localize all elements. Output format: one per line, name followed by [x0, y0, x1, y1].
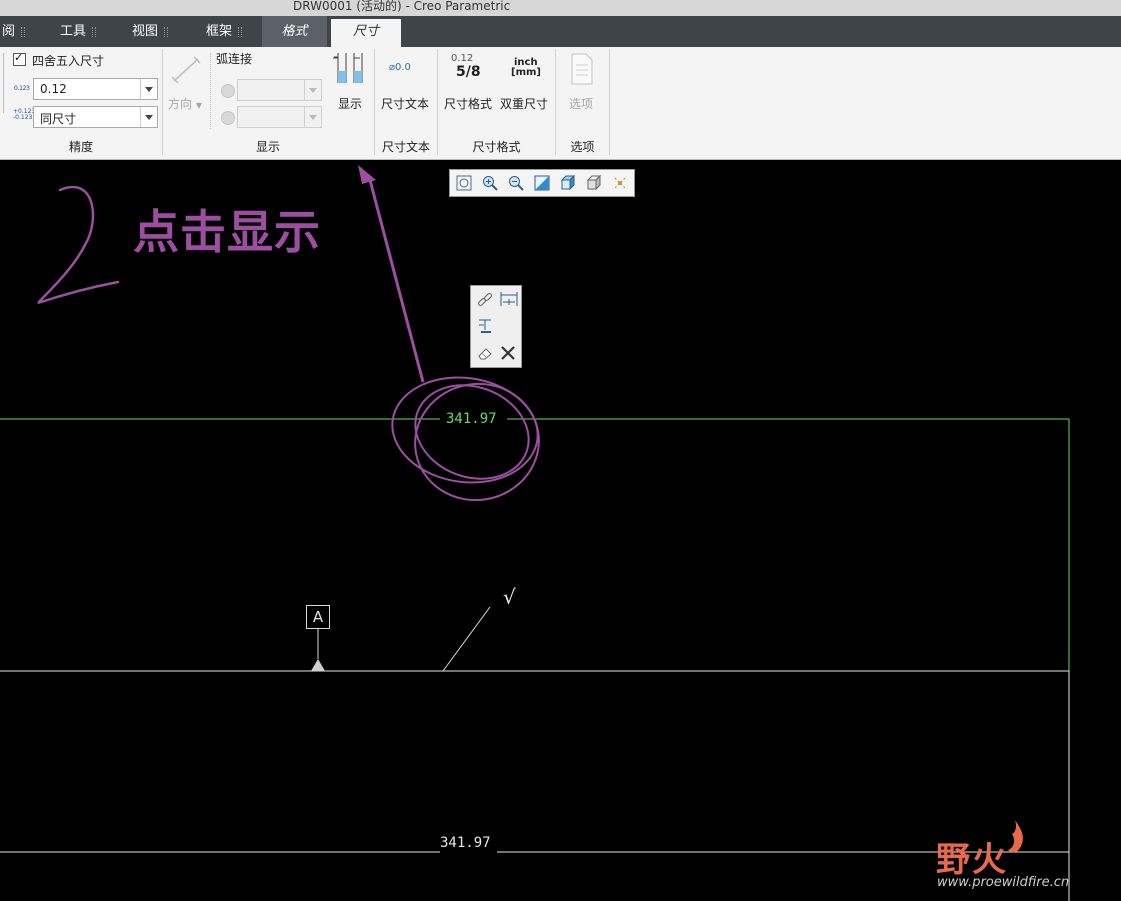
ribbon-tab-bar: 阅 工具 视图 框架 格式 尺寸: [0, 16, 1121, 49]
tolerance-decimal-select[interactable]: 同尺寸: [33, 106, 158, 128]
annotation-text: 点击显示: [133, 205, 321, 259]
annotation-arrow-head: [358, 165, 376, 184]
bottom-dimension-value[interactable]: 341.97: [440, 835, 491, 851]
show-button-label: 显示: [338, 97, 363, 111]
dimension-mini-toolbar: [470, 285, 522, 368]
tolerance-decimal-value: 同尺寸: [40, 112, 77, 126]
group-label-precision: 精度: [68, 140, 93, 154]
arc-join-label: 弧连接: [216, 52, 253, 66]
show-button[interactable]: 显示: [330, 51, 370, 116]
options-document-icon: [571, 53, 593, 85]
decimal-places-select[interactable]: 0.12: [33, 78, 158, 100]
zoom-in-icon[interactable]: [482, 175, 498, 191]
options-label: 选项: [569, 97, 594, 111]
highlight-circle-show-button: [297, 160, 413, 161]
decimal-places-value: 0.12: [40, 82, 67, 96]
watermark-url: www.proewildfire.cn: [937, 875, 1070, 890]
graphics-view-toolbar: [449, 169, 635, 197]
surface-finish-leader: [442, 606, 491, 672]
dimension-format-label: 尺寸格式: [444, 97, 493, 111]
dimension-text-button[interactable]: ⌀0.0 尺寸文本: [378, 53, 432, 115]
zoom-out-icon[interactable]: [508, 175, 524, 191]
dimension-text-icon: ⌀0.0: [389, 62, 411, 73]
datum-feature-label[interactable]: A: [306, 605, 330, 629]
cleanup-dimensions-icon[interactable]: [476, 317, 494, 335]
highlight-circle-dimension-3: [414, 384, 530, 480]
format-icon-top: 0.12: [451, 53, 474, 64]
annotation-arrow-line: [368, 179, 425, 383]
group-divider: [210, 53, 212, 129]
ribbon-panel: 四舍五入尺寸 0.123 0.12 +0.123 -0.123 同尺寸 精度 方…: [0, 47, 1121, 160]
chevron-down-icon: [304, 80, 321, 100]
dimension-format-button[interactable]: 0.12 5/8 尺寸格式: [442, 51, 494, 115]
direction-label: 方向: [168, 97, 193, 111]
window-title: DRW0001 (活动的) - Creo Parametric: [293, 0, 511, 13]
group-label-display: 显示: [255, 140, 280, 154]
zoom-fit-icon[interactable]: [456, 175, 472, 191]
tab-format[interactable]: 格式: [262, 16, 327, 47]
surface-finish-symbol[interactable]: √: [503, 585, 516, 609]
display-style-icon[interactable]: [560, 175, 576, 191]
flame-icon: [1008, 820, 1023, 853]
align-dimensions-icon[interactable]: [499, 290, 519, 308]
handwritten-two: [37, 186, 120, 305]
dimension-text-label: 尺寸文本: [381, 97, 430, 111]
dual-icon-bottom: [mm]: [511, 67, 541, 78]
tolerance-decimal-icon: +0.123 -0.123: [13, 108, 36, 121]
chevron-down-icon: ▼: [195, 101, 202, 110]
round-dimension-checkbox[interactable]: [13, 51, 26, 66]
options-button[interactable]: 选项: [562, 53, 602, 115]
group-label-options: 选项: [570, 140, 595, 154]
dual-dimension-label: 双重尺寸: [500, 97, 549, 111]
erase-icon[interactable]: [476, 344, 494, 362]
chevron-down-icon: [140, 79, 157, 99]
show-dimension-icon: [333, 53, 363, 83]
saved-views-icon[interactable]: [586, 175, 602, 191]
arc-join-select-2[interactable]: [237, 106, 322, 128]
dual-dimension-button[interactable]: inch [mm] 双重尺寸: [497, 51, 551, 115]
tab-tools[interactable]: 工具: [60, 16, 97, 47]
group-label-dimension-text: 尺寸文本: [381, 140, 430, 154]
round-dimension-label: 四舍五入尺寸: [32, 54, 105, 68]
watermark-logo-text: 野火: [936, 840, 1008, 880]
format-icon-bottom: 5/8: [456, 64, 481, 80]
annotation-display-icon[interactable]: [612, 175, 628, 191]
arc-join-select-1[interactable]: [237, 79, 322, 101]
decimal-places-icon: 0.123: [14, 85, 30, 92]
repaint-icon[interactable]: [534, 175, 550, 191]
tab-review[interactable]: 阅: [2, 16, 26, 47]
arc-join-radio-1[interactable]: [221, 84, 235, 98]
tab-dimension[interactable]: 尺寸: [331, 19, 401, 49]
tab-view[interactable]: 视图: [132, 16, 169, 47]
drawing-canvas[interactable]: [0, 160, 1121, 901]
window-title-bar: DRW0001 (活动的) - Creo Parametric: [0, 0, 1121, 16]
delete-icon[interactable]: [499, 344, 517, 362]
datum-triangle: [311, 659, 325, 671]
highlight-circle-dimension-1: [391, 376, 539, 484]
chevron-down-icon: [304, 107, 321, 127]
group-label-dimension-format: 尺寸格式: [472, 140, 521, 154]
chevron-down-icon: [140, 107, 157, 127]
selected-dimension-value[interactable]: 341.97: [446, 411, 497, 427]
cut-off-control: [0, 53, 4, 113]
direction-button[interactable]: 方向 ▼: [168, 95, 202, 112]
arc-join-radio-2[interactable]: [221, 111, 235, 125]
group-divider: [609, 49, 610, 155]
tab-frame[interactable]: 框架: [206, 16, 243, 47]
direction-icon: [171, 56, 201, 84]
chain-link-icon[interactable]: [476, 291, 494, 309]
highlight-circle-dimension-2: [414, 382, 540, 502]
